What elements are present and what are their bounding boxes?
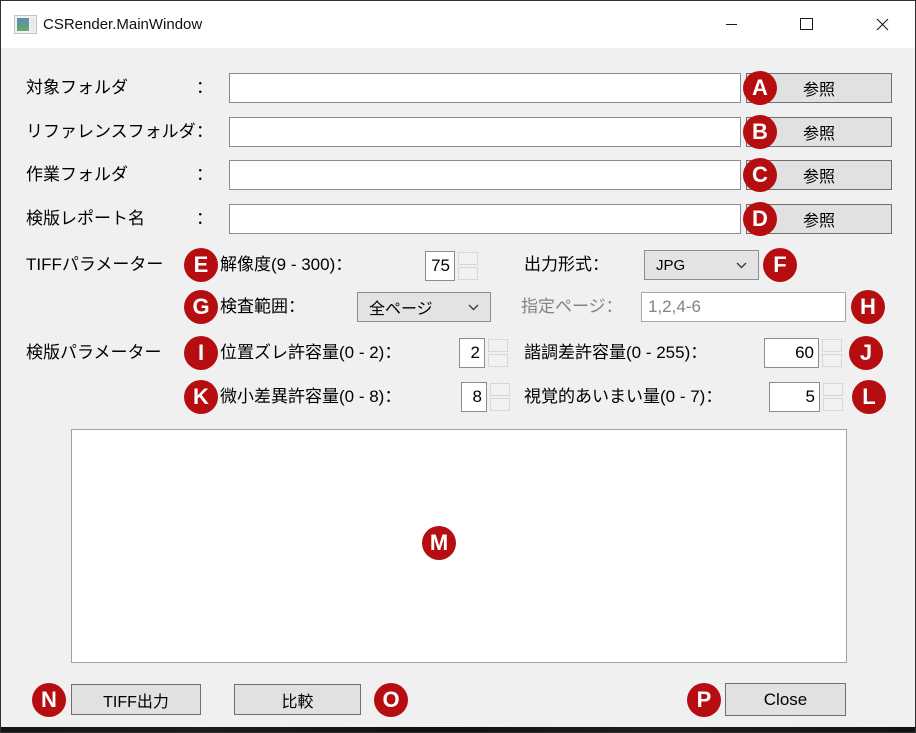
visual-ambiguity-label: 視覚的あいまい量(0 - 7)： — [524, 382, 722, 412]
badge-g: G — [184, 290, 218, 324]
badge-l: L — [852, 380, 886, 414]
resolution-spin-down[interactable] — [458, 267, 478, 280]
taskbar-edge — [1, 727, 915, 733]
report-name-label: 検版レポート名： — [26, 204, 213, 234]
tone-diff-value[interactable]: 60 — [764, 338, 819, 368]
target-folder-label: 対象フォルダ： — [26, 73, 213, 103]
badge-j: J — [849, 336, 883, 370]
resolution-value[interactable]: 75 — [425, 251, 455, 281]
target-folder-input[interactable] — [229, 73, 741, 103]
chevron-down-icon — [468, 304, 479, 311]
badge-c: C — [743, 158, 777, 192]
compare-button[interactable]: 比較 — [234, 684, 361, 715]
tiff-output-button[interactable]: TIFF出力 — [71, 684, 201, 715]
badge-n: N — [32, 683, 66, 717]
report-name-input[interactable] — [229, 204, 741, 234]
scan-range-label: 検査範囲： — [220, 292, 305, 322]
scan-range-value: 全ページ — [369, 295, 433, 319]
resolution-label: 解像度(9 - 300)： — [220, 250, 352, 280]
minimize-button[interactable] — [708, 1, 754, 47]
maximize-icon — [800, 18, 813, 30]
tone-diff-spin-down[interactable] — [822, 354, 842, 367]
app-icon — [14, 15, 37, 34]
minimize-icon — [726, 24, 737, 25]
badge-b: B — [743, 115, 777, 149]
output-format-select[interactable]: JPG — [644, 250, 759, 280]
app-window: CSRender.MainWindow 対象フォルダ： 参照 A リファレンスフ… — [0, 0, 916, 733]
output-format-label: 出力形式： — [524, 250, 609, 280]
app-icon-art — [17, 18, 29, 31]
output-format-value: JPG — [656, 257, 685, 274]
position-shift-spin-up[interactable] — [488, 339, 508, 352]
minor-diff-value[interactable]: 8 — [461, 382, 487, 412]
minor-diff-label: 微小差異許容量(0 - 8)： — [220, 382, 401, 412]
badge-o: O — [374, 683, 408, 717]
badge-m: M — [422, 526, 456, 560]
page-spec-input[interactable] — [641, 292, 846, 322]
chevron-down-icon — [736, 262, 747, 269]
position-shift-label: 位置ズレ許容量(0 - 2)： — [220, 338, 401, 368]
window-title: CSRender.MainWindow — [43, 1, 202, 48]
close-icon — [876, 18, 889, 31]
tiff-section-label: TIFFパラメーター — [26, 250, 163, 280]
result-panel[interactable] — [71, 429, 847, 663]
minor-diff-spin-up[interactable] — [490, 383, 510, 396]
visual-ambiguity-value[interactable]: 5 — [769, 382, 820, 412]
minor-diff-spin-down[interactable] — [490, 398, 510, 411]
tone-diff-spin-up[interactable] — [822, 339, 842, 352]
titlebar: CSRender.MainWindow — [1, 1, 915, 48]
tone-diff-label: 諧調差許容量(0 - 255)： — [524, 338, 707, 368]
app-icon-art2 — [30, 18, 35, 31]
close-button[interactable]: Close — [725, 683, 846, 716]
work-folder-input[interactable] — [229, 160, 741, 190]
badge-d: D — [743, 202, 777, 236]
visual-ambiguity-spin-down[interactable] — [823, 398, 843, 411]
badge-k: K — [184, 380, 218, 414]
badge-f: F — [763, 248, 797, 282]
badge-a: A — [743, 71, 777, 105]
maximize-button[interactable] — [783, 1, 829, 47]
badge-p: P — [687, 683, 721, 717]
visual-ambiguity-spin-up[interactable] — [823, 383, 843, 396]
scan-range-select[interactable]: 全ページ — [357, 292, 491, 322]
position-shift-value[interactable]: 2 — [459, 338, 485, 368]
position-shift-spin-down[interactable] — [488, 354, 508, 367]
badge-i: I — [184, 336, 218, 370]
kenpan-section-label: 検版パラメーター — [26, 338, 162, 368]
close-window-button[interactable] — [859, 1, 905, 47]
work-folder-label: 作業フォルダ： — [26, 160, 213, 190]
reference-folder-input[interactable] — [229, 117, 741, 147]
badge-e: E — [184, 248, 218, 282]
badge-h: H — [851, 290, 885, 324]
reference-folder-label: リファレンスフォルダ： — [26, 117, 213, 147]
page-spec-label: 指定ページ： — [521, 292, 623, 322]
resolution-spin-up[interactable] — [458, 252, 478, 265]
